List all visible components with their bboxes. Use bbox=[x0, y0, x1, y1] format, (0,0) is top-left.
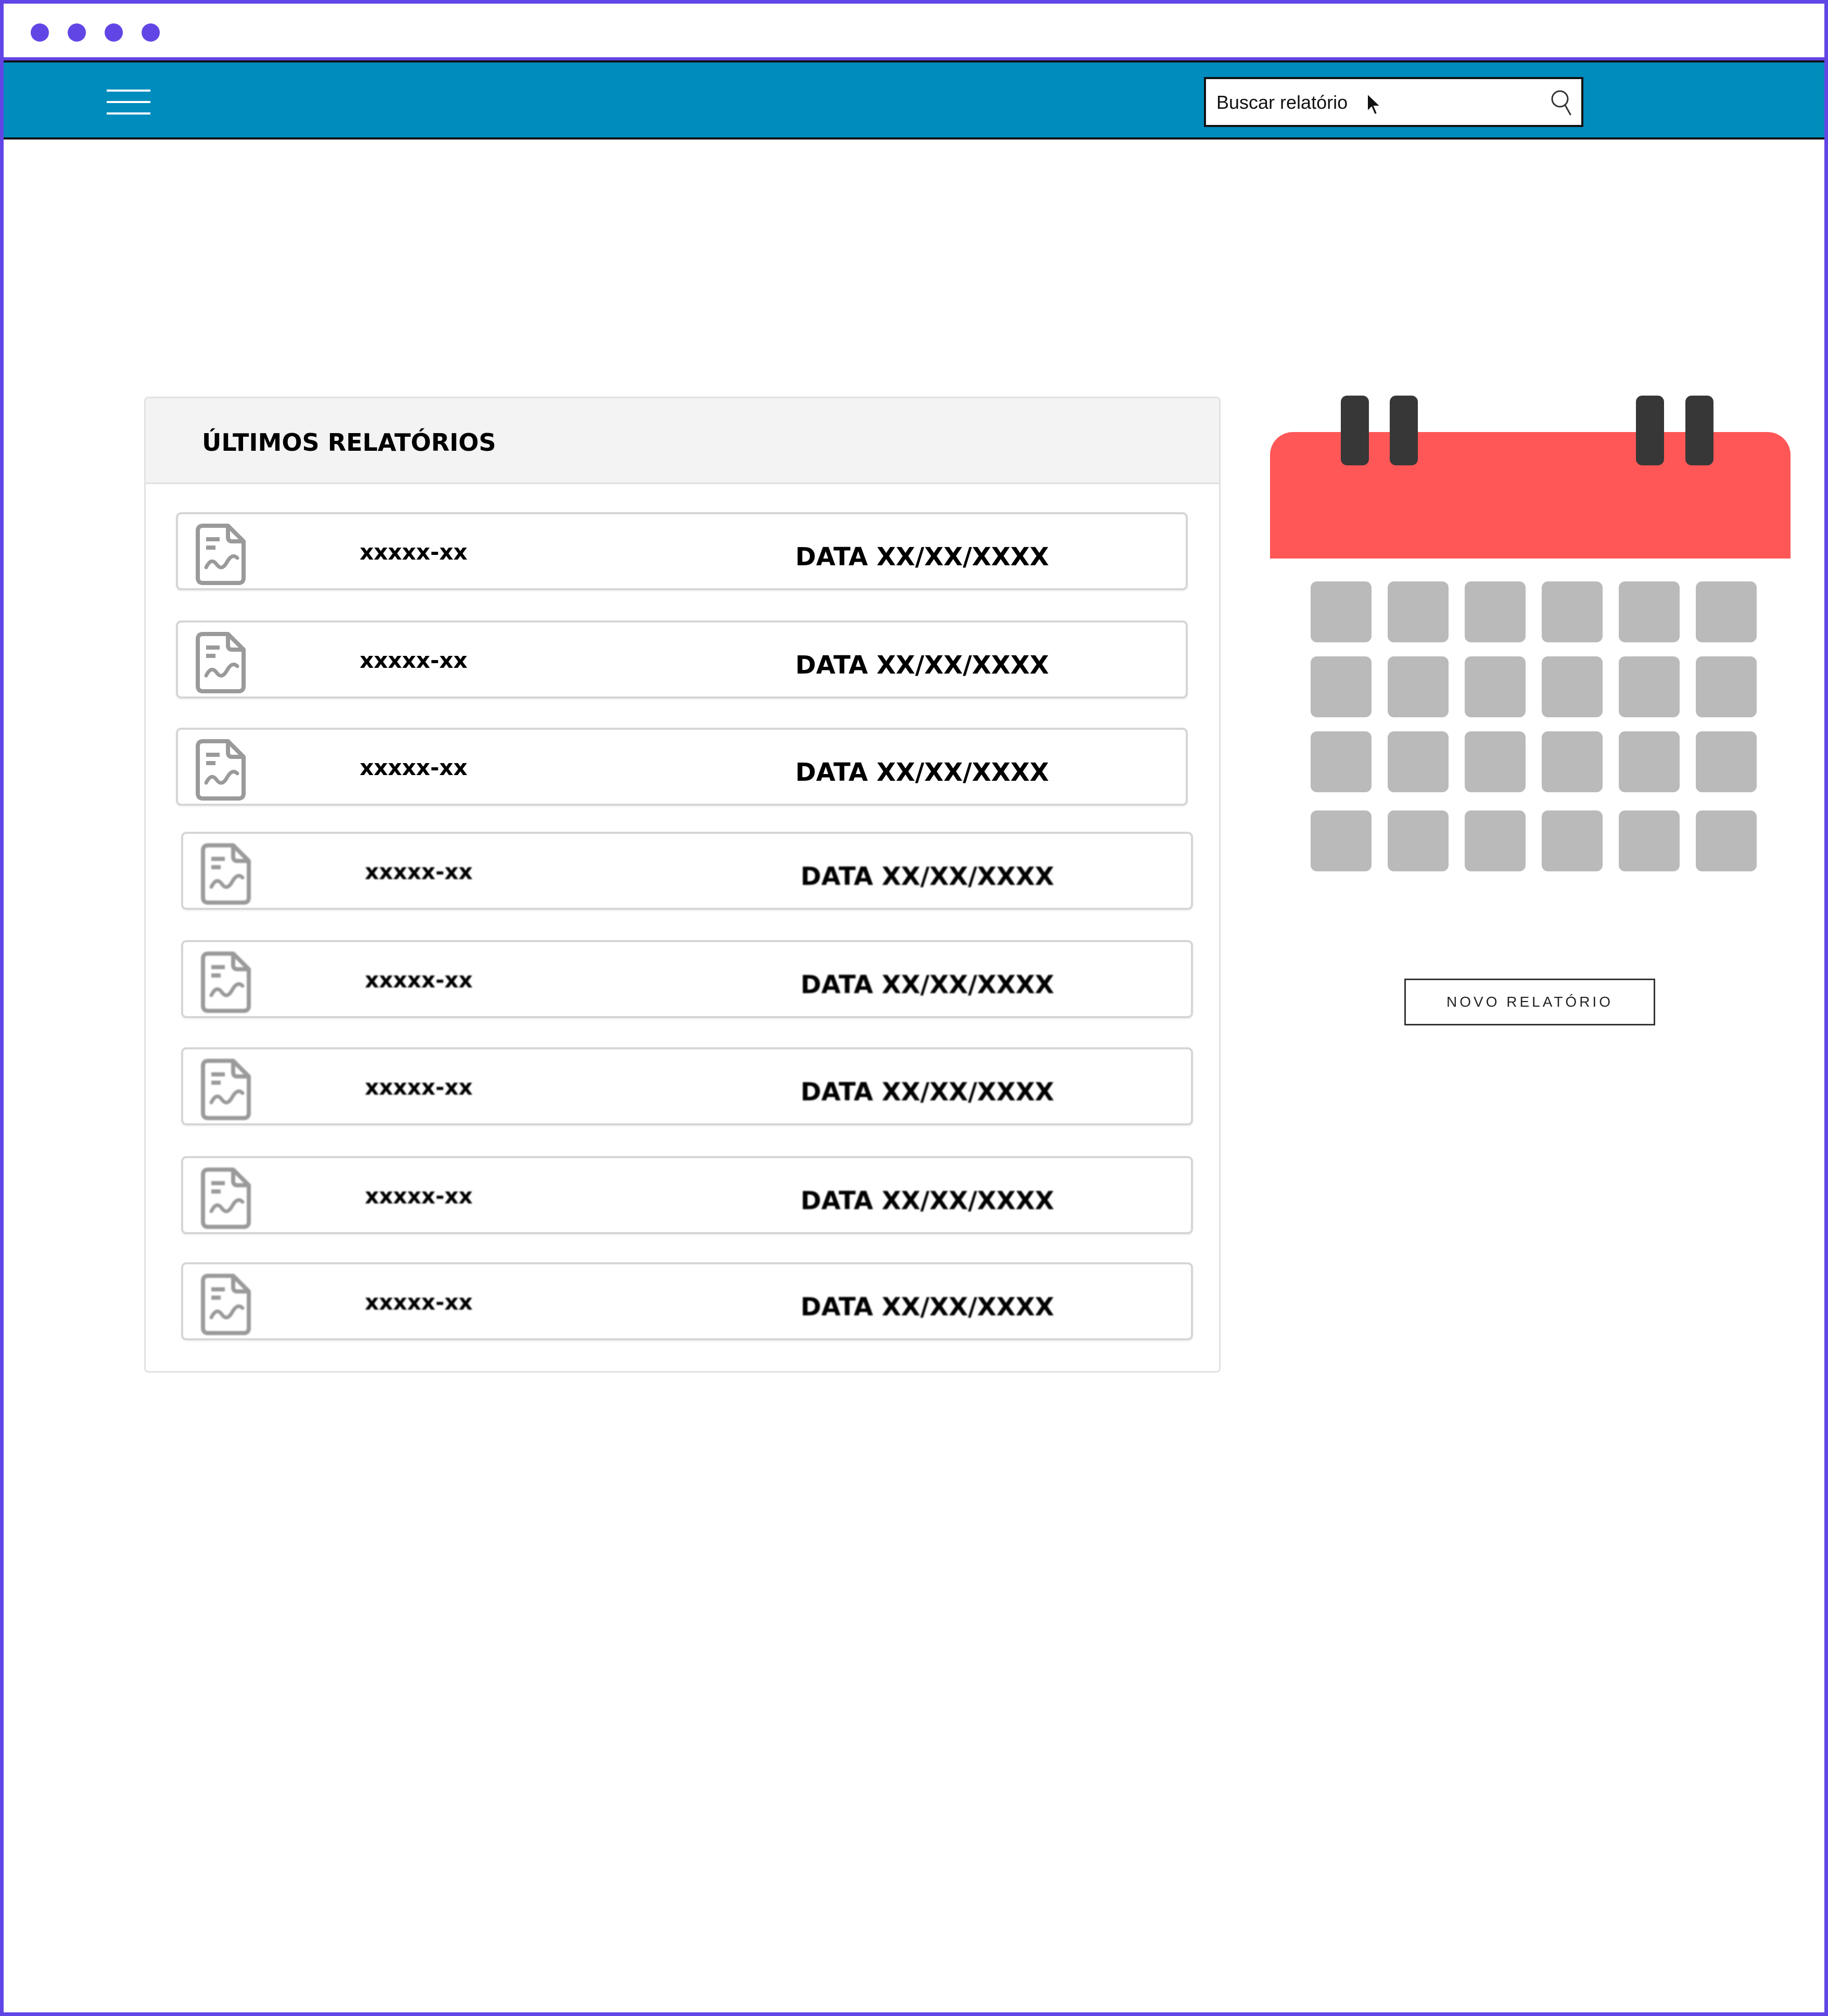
report-row[interactable]: xxxxx-xx DATA XX/XX/XXXX bbox=[181, 1262, 1193, 1340]
report-row[interactable]: xxxxx-xx DATA XX/XX/XXXX bbox=[176, 512, 1188, 590]
new-report-button[interactable]: NOVO RELATÓRIO bbox=[1404, 979, 1655, 1025]
report-code: xxxxx-xx bbox=[365, 1074, 473, 1100]
calendar-day-cell bbox=[1542, 731, 1603, 792]
report-code: xxxxx-xx bbox=[365, 1183, 473, 1209]
report-row[interactable]: xxxxx-xx DATA XX/XX/XXXX bbox=[176, 620, 1188, 699]
report-row[interactable]: xxxxx-xx DATA XX/XX/XXXX bbox=[181, 1156, 1193, 1234]
calendar-day-cell bbox=[1619, 810, 1680, 871]
calendar-day-cell bbox=[1388, 810, 1449, 871]
document-chart-icon bbox=[196, 739, 248, 803]
calendar-day-cell bbox=[1542, 810, 1603, 871]
calendar-day-cell bbox=[1388, 731, 1449, 792]
window-control-dot[interactable] bbox=[142, 23, 160, 42]
calendar-day-cell bbox=[1388, 656, 1449, 717]
calendar-day-cell bbox=[1465, 731, 1526, 792]
report-code: xxxxx-xx bbox=[365, 967, 473, 993]
report-row[interactable]: xxxxx-xx DATA XX/XX/XXXX bbox=[176, 728, 1188, 806]
search-icon[interactable] bbox=[1550, 88, 1573, 118]
calendar-day-cell bbox=[1619, 581, 1680, 642]
window-control-dot[interactable] bbox=[105, 23, 123, 42]
calendar-day-cell bbox=[1388, 581, 1449, 642]
report-row[interactable]: xxxxx-xx DATA XX/XX/XXXX bbox=[181, 1047, 1193, 1125]
report-date: DATA XX/XX/XXXX bbox=[795, 651, 1049, 680]
report-date: DATA XX/XX/XXXX bbox=[801, 1186, 1055, 1215]
report-code: xxxxx-xx bbox=[360, 755, 468, 780]
search-input[interactable] bbox=[1216, 84, 1477, 121]
calendar-ring bbox=[1685, 396, 1713, 465]
mouse-cursor-icon bbox=[1367, 93, 1382, 116]
calendar-day-cell bbox=[1619, 731, 1680, 792]
calendar-day-cell bbox=[1465, 581, 1526, 642]
calendar-day-cell bbox=[1465, 656, 1526, 717]
report-date: DATA XX/XX/XXXX bbox=[801, 1292, 1055, 1322]
report-date: DATA XX/XX/XXXX bbox=[801, 1077, 1055, 1107]
report-date: DATA XX/XX/XXXX bbox=[795, 542, 1049, 572]
document-chart-icon bbox=[201, 1274, 253, 1338]
window-control-dot[interactable] bbox=[68, 23, 86, 42]
panel-title: ÚLTIMOS RELATÓRIOS bbox=[202, 428, 497, 457]
top-navigation-bar bbox=[0, 60, 1828, 140]
report-date: DATA XX/XX/XXXX bbox=[795, 758, 1049, 787]
calendar-day-cell bbox=[1311, 656, 1372, 717]
calendar-day-cell bbox=[1696, 810, 1757, 871]
calendar-day-cell bbox=[1311, 581, 1372, 642]
window-titlebar bbox=[0, 0, 1828, 60]
calendar-day-cell bbox=[1696, 731, 1757, 792]
calendar-day-cell bbox=[1542, 656, 1603, 717]
calendar-ring bbox=[1636, 396, 1664, 465]
calendar-day-cell bbox=[1696, 656, 1757, 717]
document-chart-icon bbox=[196, 524, 248, 588]
calendar-day-cell bbox=[1311, 810, 1372, 871]
report-row[interactable]: xxxxx-xx DATA XX/XX/XXXX bbox=[181, 832, 1193, 910]
document-chart-icon bbox=[201, 1168, 253, 1232]
document-chart-icon bbox=[196, 632, 248, 696]
report-row[interactable]: xxxxx-xx DATA XX/XX/XXXX bbox=[181, 940, 1193, 1018]
calendar-day-cell bbox=[1542, 581, 1603, 642]
calendar-ring bbox=[1341, 396, 1369, 465]
calendar-day-cell bbox=[1465, 810, 1526, 871]
calendar-day-cell bbox=[1696, 581, 1757, 642]
recent-reports-panel: ÚLTIMOS RELATÓRIOS xxxxx-xx DATA XX/XX/XX… bbox=[144, 397, 1221, 1373]
document-chart-icon bbox=[201, 952, 253, 1016]
report-code: xxxxx-xx bbox=[365, 859, 473, 884]
panel-header: ÚLTIMOS RELATÓRIOS bbox=[146, 398, 1219, 484]
hamburger-menu-icon[interactable] bbox=[107, 90, 150, 116]
report-code: xxxxx-xx bbox=[365, 1289, 473, 1315]
window-control-dot[interactable] bbox=[31, 23, 49, 42]
report-date: DATA XX/XX/XXXX bbox=[801, 970, 1055, 999]
report-code: xxxxx-xx bbox=[360, 539, 468, 565]
search-box[interactable] bbox=[1204, 77, 1583, 127]
document-chart-icon bbox=[201, 1059, 253, 1123]
calendar-day-cell bbox=[1311, 731, 1372, 792]
document-chart-icon bbox=[201, 843, 253, 907]
calendar-icon bbox=[1270, 396, 1791, 874]
calendar-day-cell bbox=[1619, 656, 1680, 717]
report-date: DATA XX/XX/XXXX bbox=[801, 862, 1055, 891]
calendar-ring bbox=[1390, 396, 1418, 465]
report-code: xxxxx-xx bbox=[360, 648, 468, 673]
